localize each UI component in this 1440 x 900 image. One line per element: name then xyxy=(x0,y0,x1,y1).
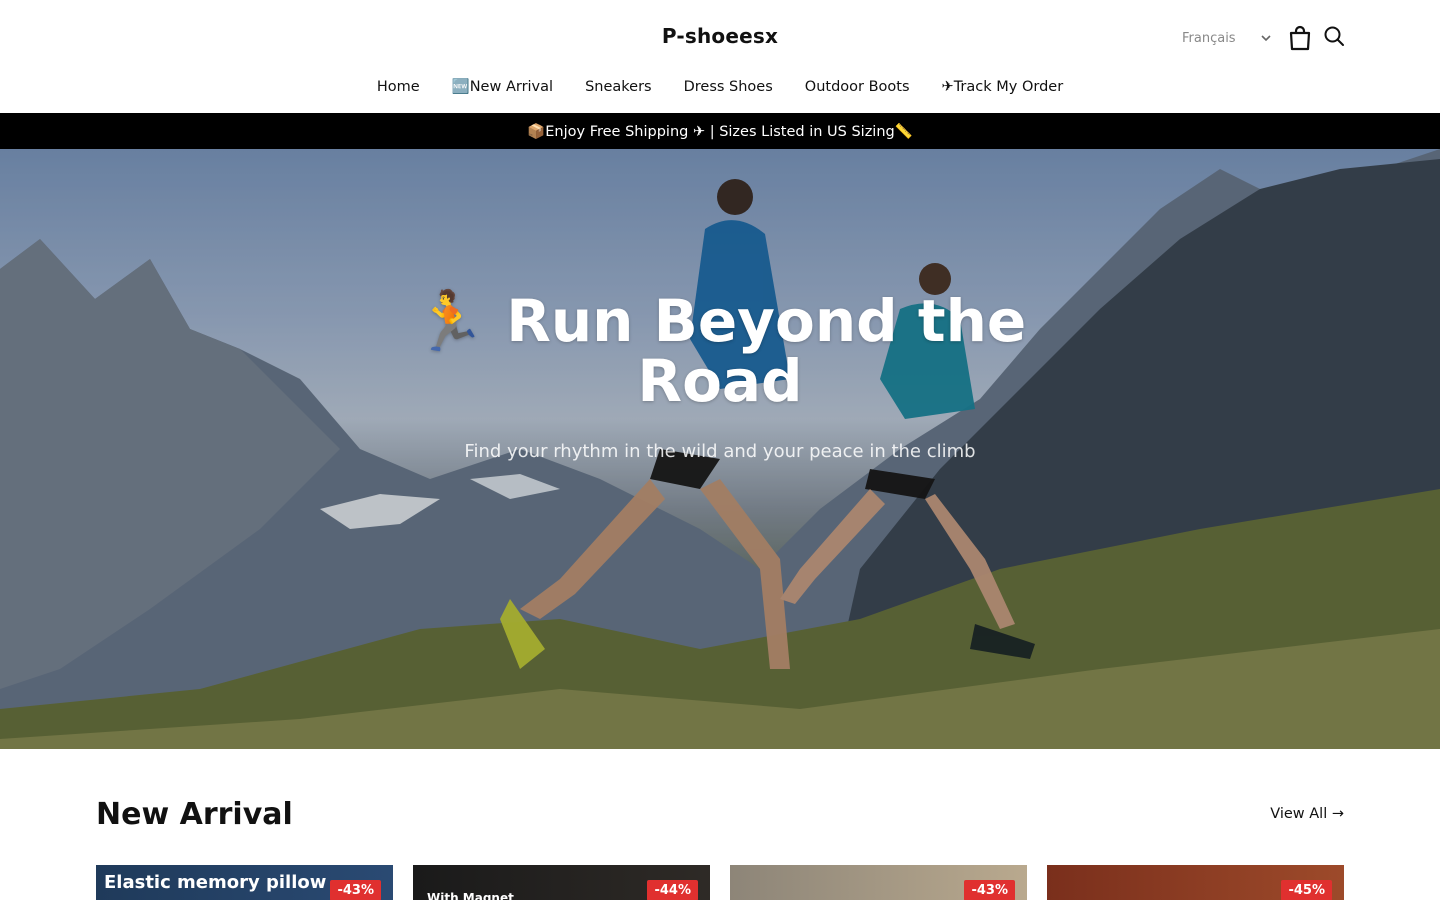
hero-content: 🏃 Run Beyond the Road Find your rhythm i… xyxy=(0,291,1440,462)
hero-subtitle: Find your rhythm in the wild and your pe… xyxy=(464,441,976,462)
hero-banner[interactable]: 🏃 Run Beyond the Road Find your rhythm i… xyxy=(0,149,1440,749)
section-title: New Arrival xyxy=(96,797,293,832)
shopping-bag-icon[interactable] xyxy=(1288,25,1312,51)
discount-badge: -45% xyxy=(1281,880,1332,900)
product-card[interactable]: Elastic memory pillow -43% xyxy=(96,865,393,900)
chevron-down-icon xyxy=(1258,30,1274,46)
new-arrival-section: New Arrival View All → xyxy=(0,749,1440,865)
search-icon[interactable] xyxy=(1322,24,1346,48)
view-all-link[interactable]: View All → xyxy=(1270,806,1344,822)
hero-title: 🏃 Run Beyond the Road xyxy=(413,287,1027,415)
nav-item-home[interactable]: Home xyxy=(361,75,436,99)
site-header: P-shoeesx Français Home 🆕New Arrival Sne… xyxy=(0,0,1440,113)
announcement-bar: 📦Enjoy Free Shipping ✈ | Sizes Listed in… xyxy=(0,113,1440,149)
nav-item-track-order[interactable]: ✈Track My Order xyxy=(926,75,1080,99)
product-label: Elastic memory pillow xyxy=(104,872,327,893)
nav-item-dress-shoes[interactable]: Dress Shoes xyxy=(668,75,789,99)
brand-name[interactable]: P-shoeesx xyxy=(662,24,778,48)
nav-item-outdoor-boots[interactable]: Outdoor Boots xyxy=(789,75,926,99)
nav-item-sneakers[interactable]: Sneakers xyxy=(569,75,668,99)
discount-badge: -44% xyxy=(647,880,698,900)
product-label: With Magnet xyxy=(427,891,514,900)
discount-badge: -43% xyxy=(330,880,381,900)
discount-badge: -43% xyxy=(964,880,1015,900)
main-nav: Home 🆕New Arrival Sneakers Dress Shoes O… xyxy=(0,75,1440,99)
language-select[interactable]: Français xyxy=(1172,26,1276,50)
language-value: Français xyxy=(1182,30,1236,46)
product-grid: Elastic memory pillow -43% With Magnet -… xyxy=(96,865,1344,900)
announcement-text: 📦Enjoy Free Shipping ✈ | Sizes Listed in… xyxy=(527,123,913,140)
product-card[interactable]: -45% xyxy=(1047,865,1344,900)
product-card[interactable]: With Magnet -44% xyxy=(413,865,710,900)
nav-item-new-arrival[interactable]: 🆕New Arrival xyxy=(436,75,569,99)
product-card[interactable]: -43% xyxy=(730,865,1027,900)
